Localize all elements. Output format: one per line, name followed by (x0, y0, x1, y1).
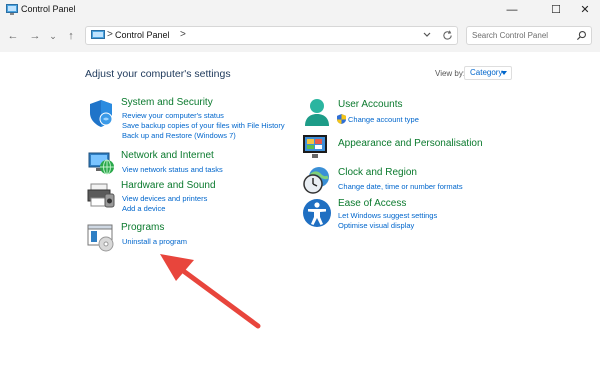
annotation-arrow (160, 254, 261, 329)
